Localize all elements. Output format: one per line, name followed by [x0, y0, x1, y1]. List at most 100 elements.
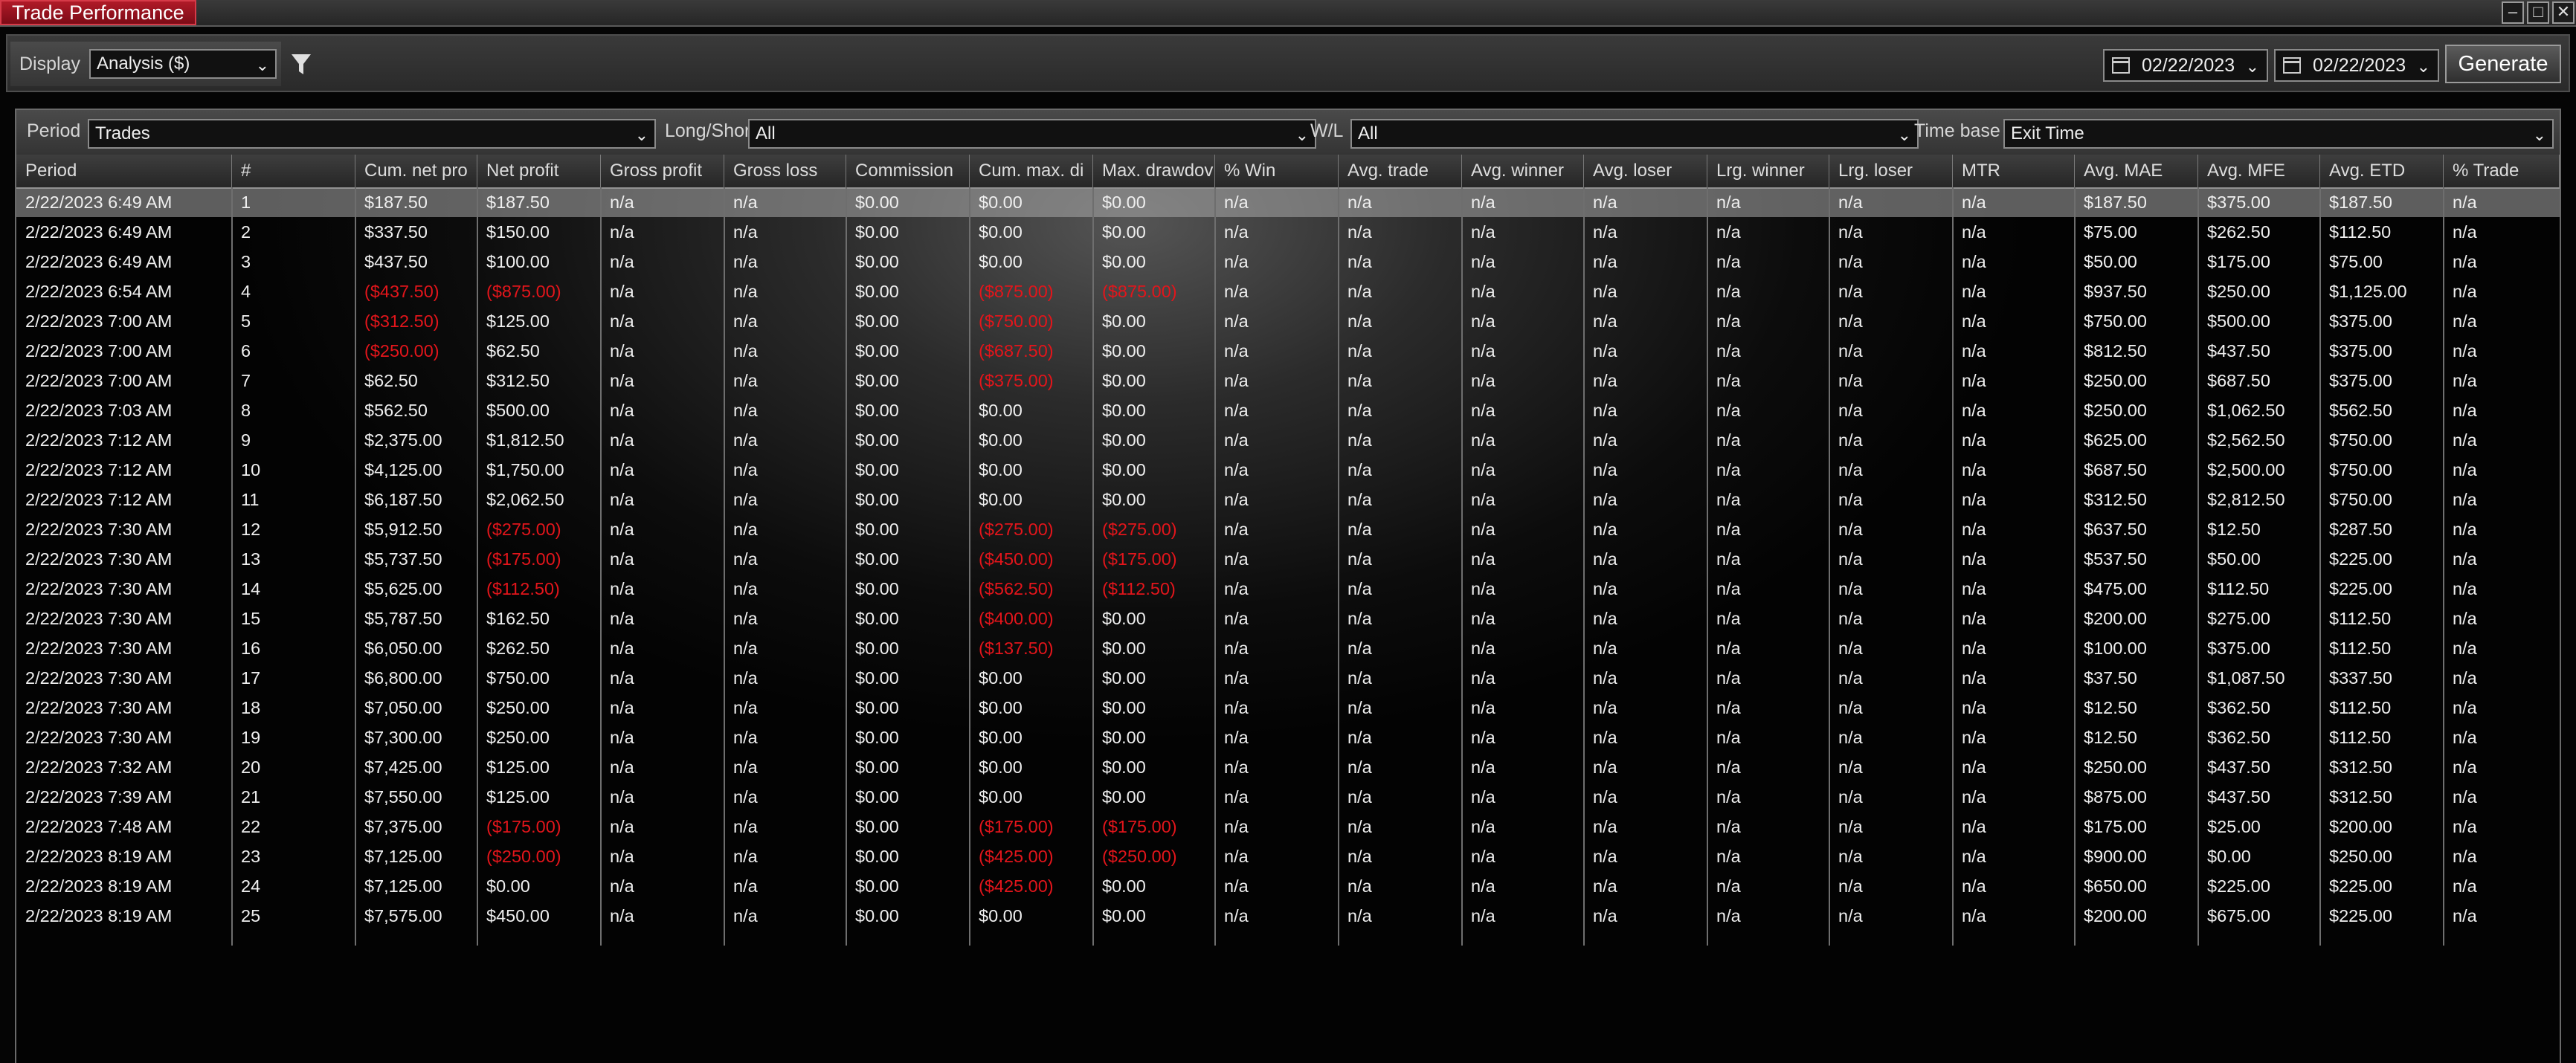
- column-header-avg-winner[interactable]: Avg. winner: [1462, 155, 1584, 187]
- cell-commission: $0.00: [855, 549, 899, 569]
- cell-gross-loss: n/a: [733, 341, 758, 361]
- table-row[interactable]: 2/22/2023 6:49 AM 2 $337.50 $150.00 n/a n/a $0…: [16, 217, 2560, 247]
- cell-avg-etd: $112.50: [2329, 222, 2392, 242]
- table-row[interactable]: 2/22/2023 7:00 AM 7 $62.50 $312.50 n/a n/a $0.…: [16, 366, 2560, 395]
- minimize-icon[interactable]: –: [2502, 1, 2524, 24]
- cell-max-drawdov: $0.00: [1102, 787, 1146, 807]
- cell-commission: $0.00: [855, 222, 899, 242]
- column-header-win[interactable]: % Win: [1215, 155, 1339, 187]
- longshort-select[interactable]: All ⌄: [748, 119, 1316, 149]
- column-header-net-profit[interactable]: Net profit: [477, 155, 601, 187]
- column-header-mtr[interactable]: MTR: [1953, 155, 2075, 187]
- column-header-avg-loser[interactable]: Avg. loser: [1584, 155, 1707, 187]
- cell-mtr: n/a: [1962, 609, 1986, 628]
- column-header-period[interactable]: Period: [16, 155, 232, 187]
- cell-max-drawdov: $0.00: [1102, 430, 1146, 450]
- cell-avg-trade: n/a: [1347, 401, 1372, 420]
- table-row[interactable]: 2/22/2023 7:30 AM 15 $5,787.50 $162.50 n/a n/…: [16, 604, 2560, 633]
- end-date-picker[interactable]: 02/22/2023 ⌄: [2274, 49, 2439, 82]
- table-row[interactable]: 2/22/2023 7:00 AM 5 ($312.50) $125.00 n/a n/a…: [16, 306, 2560, 336]
- cell-avg-etd: $187.50: [2329, 193, 2392, 212]
- table-row[interactable]: 2/22/2023 7:30 AM 13 $5,737.50 ($175.00) n/a…: [16, 544, 2560, 574]
- cell-cum-net-pro: $187.50: [364, 193, 428, 212]
- table-row[interactable]: 2/22/2023 7:30 AM 18 $7,050.00 $250.00 n/a n/…: [16, 693, 2560, 723]
- column-header-number[interactable]: #: [232, 155, 355, 187]
- column-header-lrg-winner[interactable]: Lrg. winner: [1707, 155, 1829, 187]
- column-header-avg-etd[interactable]: Avg. ETD: [2320, 155, 2444, 187]
- cell-mtr: n/a: [1962, 639, 1986, 658]
- column-header-avg-mfe[interactable]: Avg. MFE: [2198, 155, 2320, 187]
- cell-gross-loss: n/a: [733, 371, 758, 390]
- table-row[interactable]: 2/22/2023 7:30 AM 14 $5,625.00 ($112.50) n/a…: [16, 574, 2560, 604]
- cell-lrg-loser: n/a: [1838, 549, 1863, 569]
- table-row[interactable]: 2/22/2023 7:03 AM 8 $562.50 $500.00 n/a n/a $0…: [16, 395, 2560, 425]
- column-header-cum-net-pro[interactable]: Cum. net pro: [355, 155, 477, 187]
- table-row[interactable]: 2/22/2023 7:48 AM 22 $7,375.00 ($175.00) n/a…: [16, 812, 2560, 841]
- chevron-down-icon: ⌄: [255, 56, 269, 74]
- table-row[interactable]: 2/22/2023 8:19 AM 23 $7,125.00 ($250.00) n/a…: [16, 841, 2560, 871]
- cell-max-drawdov: ($112.50): [1102, 579, 1176, 598]
- table-row[interactable]: 2/22/2023 7:39 AM 21 $7,550.00 $125.00 n/a n/…: [16, 782, 2560, 812]
- column-header-lrg-loser[interactable]: Lrg. loser: [1829, 155, 1953, 187]
- cell-cum-net-pro: ($250.00): [364, 341, 439, 361]
- column-header-avg-mae[interactable]: Avg. MAE: [2075, 155, 2198, 187]
- cell-avg-loser: n/a: [1593, 490, 1617, 509]
- close-icon[interactable]: ✕: [2552, 1, 2575, 24]
- cell-max-drawdov: $0.00: [1102, 401, 1146, 420]
- timebase-select[interactable]: Exit Time ⌄: [2003, 119, 2554, 149]
- cell-number: 16: [241, 639, 261, 658]
- table-row[interactable]: 2/22/2023 8:19 AM 25 $7,575.00 $450.00 n/a n/…: [16, 901, 2560, 931]
- table-row[interactable]: 2/22/2023 7:32 AM 20 $7,425.00 $125.00 n/a n/…: [16, 752, 2560, 782]
- cell-net-profit: ($875.00): [486, 282, 561, 301]
- cell-avg-loser: n/a: [1593, 579, 1617, 598]
- cell-cum-net-pro: $562.50: [364, 401, 428, 420]
- cell-win: n/a: [1224, 728, 1249, 747]
- table-row[interactable]: 2/22/2023 7:30 AM 19 $7,300.00 $250.00 n/a n/…: [16, 723, 2560, 752]
- column-header-cum-max-di[interactable]: Cum. max. di: [970, 155, 1093, 187]
- table-row[interactable]: 2/22/2023 7:30 AM 16 $6,050.00 $262.50 n/a n/…: [16, 633, 2560, 663]
- cell-lrg-winner: n/a: [1716, 787, 1741, 807]
- maximize-icon[interactable]: □: [2527, 1, 2549, 24]
- table-row[interactable]: 2/22/2023 6:49 AM 1 $187.50 $187.50 n/a n/a $0…: [16, 187, 2560, 217]
- column-header-gross-loss[interactable]: Gross loss: [724, 155, 846, 187]
- cell-avg-loser: n/a: [1593, 252, 1617, 271]
- cell-mtr: n/a: [1962, 222, 1986, 242]
- column-header-commission[interactable]: Commission: [846, 155, 970, 187]
- table-row[interactable]: 2/22/2023 7:12 AM 9 $2,375.00 $1,812.50 n/a n…: [16, 425, 2560, 455]
- column-header-gross-profit[interactable]: Gross profit: [601, 155, 724, 187]
- performance-grid[interactable]: Period # Cum. net pro Net profit Gross profi…: [16, 155, 2560, 1063]
- table-row[interactable]: 2/22/2023 6:54 AM 4 ($437.50) ($875.00) n/a n…: [16, 277, 2560, 306]
- cell-avg-trade: n/a: [1347, 639, 1372, 658]
- table-row[interactable]: 2/22/2023 7:30 AM 12 $5,912.50 ($275.00) n/a…: [16, 514, 2560, 544]
- wl-select[interactable]: All ⌄: [1350, 119, 1919, 149]
- cell-net-profit: $125.00: [486, 757, 550, 777]
- table-row[interactable]: 2/22/2023 8:19 AM 24 $7,125.00 $0.00 n/a n/a $…: [16, 871, 2560, 901]
- cell-gross-loss: n/a: [733, 609, 758, 628]
- column-divider: [1461, 187, 1463, 946]
- period-select[interactable]: Trades ⌄: [88, 119, 656, 149]
- wl-label: W/L: [1310, 120, 1344, 141]
- generate-button[interactable]: Generate: [2445, 45, 2561, 83]
- table-row[interactable]: 2/22/2023 7:30 AM 17 $6,800.00 $750.00 n/a n/…: [16, 663, 2560, 693]
- cell-avg-mae: $637.50: [2084, 520, 2147, 539]
- cell-period: 2/22/2023 7:00 AM: [25, 311, 173, 331]
- cell-avg-etd: $250.00: [2329, 847, 2392, 866]
- cell-number: 21: [241, 787, 261, 807]
- cell-win: n/a: [1224, 341, 1249, 361]
- table-row[interactable]: 2/22/2023 7:00 AM 6 ($250.00) $62.50 n/a n/a $…: [16, 336, 2560, 366]
- start-date-picker[interactable]: 02/22/2023 ⌄: [2103, 49, 2268, 82]
- cell-cum-max-di: ($137.50): [979, 639, 1054, 658]
- display-select[interactable]: Analysis ($) ⌄: [89, 49, 277, 79]
- cell-avg-winner: n/a: [1471, 906, 1495, 925]
- column-header-trade[interactable]: % Trade: [2444, 155, 2560, 187]
- title-bar[interactable]: Trade Performance – □ ✕: [0, 0, 2576, 27]
- column-header-max-drawdov[interactable]: Max. drawdov: [1093, 155, 1215, 187]
- table-row[interactable]: 2/22/2023 7:12 AM 11 $6,187.50 $2,062.50 n/a…: [16, 485, 2560, 514]
- filter-icon[interactable]: [290, 52, 312, 77]
- cell-gross-loss: n/a: [733, 549, 758, 569]
- cell-mtr: n/a: [1962, 371, 1986, 390]
- table-row[interactable]: 2/22/2023 7:12 AM 10 $4,125.00 $1,750.00 n/a…: [16, 455, 2560, 485]
- column-header-avg-trade[interactable]: Avg. trade: [1339, 155, 1462, 187]
- table-row[interactable]: 2/22/2023 6:49 AM 3 $437.50 $100.00 n/a n/a $0…: [16, 247, 2560, 277]
- cell-max-drawdov: $0.00: [1102, 757, 1146, 777]
